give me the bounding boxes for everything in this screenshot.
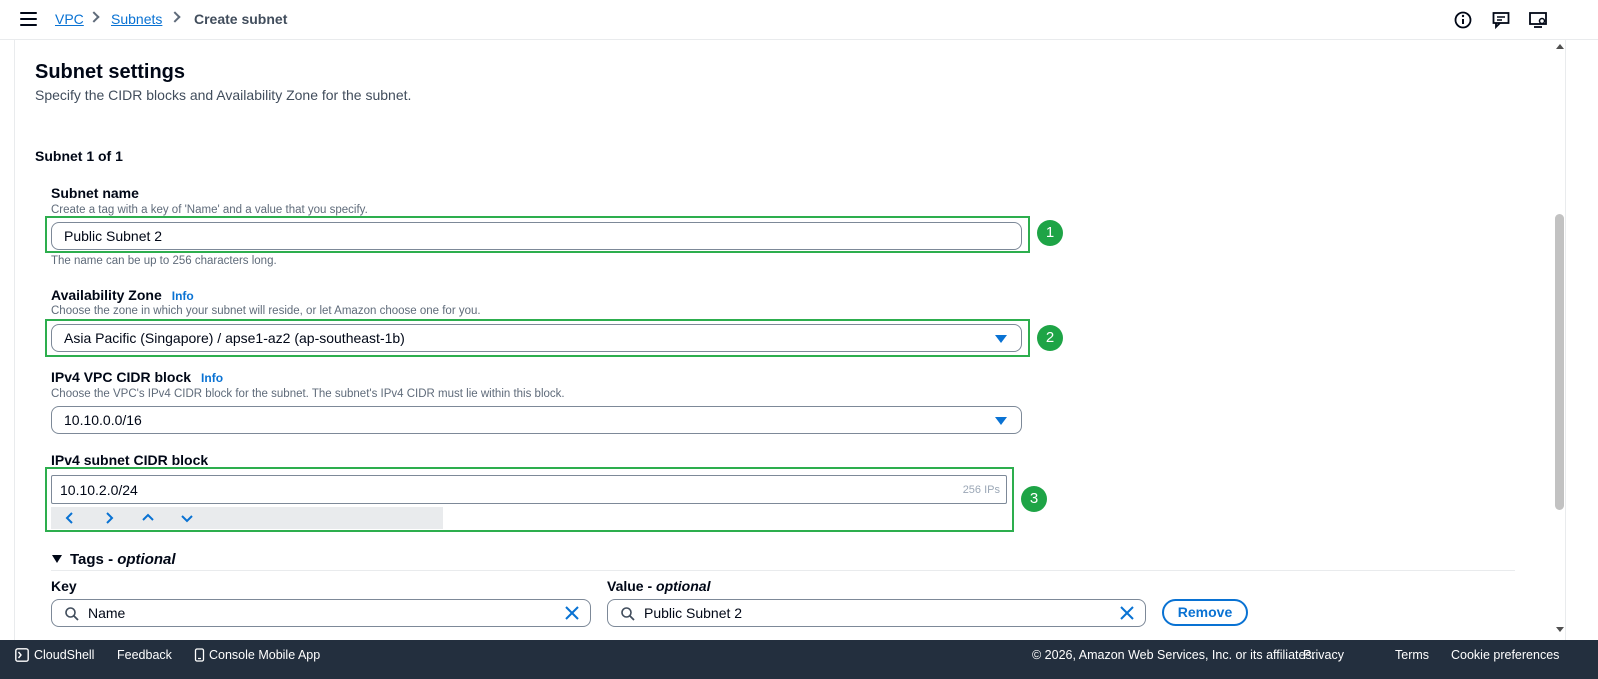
footer-terms[interactable]: Terms [1395, 648, 1429, 662]
tags-heading[interactable]: Tags - optional [70, 551, 176, 568]
footer-cookie-preferences[interactable]: Cookie preferences [1451, 648, 1559, 662]
menu-icon[interactable] [20, 12, 37, 26]
close-icon[interactable] [1119, 605, 1135, 621]
footer-mobile-app[interactable]: Console Mobile App [209, 648, 320, 662]
footer: CloudShell Feedback Console Mobile App ©… [0, 640, 1598, 679]
close-icon[interactable] [564, 605, 580, 621]
scroll-down-arrow[interactable] [1556, 627, 1564, 632]
availability-zone-value: Asia Pacific (Singapore) / apse1-az2 (ap… [64, 330, 405, 346]
step-badge-1: 1 [1037, 220, 1063, 246]
subnet-name-constraint: The name can be up to 256 characters lon… [51, 255, 277, 267]
footer-copyright: © 2026, Amazon Web Services, Inc. or its… [1032, 648, 1316, 662]
tag-value-label: Value - optional [607, 578, 710, 594]
section-title: Subnet settings [35, 61, 186, 83]
availability-zone-hint: Choose the zone in which your subnet wil… [51, 305, 481, 317]
footer-feedback[interactable]: Feedback [117, 648, 172, 662]
tag-value-label-optional: optional [656, 578, 711, 594]
subnet-cidr-value: 10.10.2.0/24 [60, 482, 138, 498]
arrow-left-icon[interactable] [62, 511, 78, 525]
subnet-cidr-input[interactable]: 10.10.2.0/24 256 IPs [51, 475, 1007, 504]
footer-cloudshell[interactable]: CloudShell [34, 648, 94, 662]
footer-privacy[interactable]: Privacy [1303, 648, 1344, 662]
breadcrumb-current: Create subnet [194, 11, 288, 27]
tag-key-input[interactable]: Name [51, 599, 591, 627]
caret-down-icon [995, 335, 1007, 343]
subnet-name-hint: Create a tag with a key of 'Name' and a … [51, 204, 368, 216]
breadcrumb-subnets[interactable]: Subnets [111, 11, 162, 27]
arrow-down-icon[interactable] [179, 511, 195, 525]
availability-zone-info-link[interactable]: Info [172, 289, 194, 303]
remove-tag-button[interactable]: Remove [1162, 599, 1248, 626]
availability-zone-label: Availability Zone Info [51, 287, 194, 303]
cidr-stepper [51, 507, 443, 529]
tag-key-value: Name [88, 605, 126, 621]
divider [51, 570, 1515, 571]
mobile-app-icon[interactable] [193, 648, 207, 662]
subnet-name-value: Public Subnet 2 [64, 228, 163, 244]
section-description: Specify the CIDR blocks and Availability… [35, 87, 412, 103]
caret-down-icon [995, 417, 1007, 425]
vpc-cidr-hint: Choose the VPC's IPv4 CIDR block for the… [51, 388, 565, 400]
scrollbar-thumb[interactable] [1555, 214, 1564, 510]
tag-value-label-text: Value - [607, 578, 653, 594]
vpc-cidr-label-text: IPv4 VPC CIDR block [51, 369, 192, 385]
vpc-cidr-select[interactable]: 10.10.0.0/16 [51, 406, 1022, 434]
subnet-name-label: Subnet name [51, 185, 139, 201]
tag-key-label: Key [51, 578, 77, 594]
caret-down-icon[interactable] [52, 555, 62, 563]
chevron-right-icon [88, 11, 100, 23]
search-icon [621, 607, 635, 621]
subnet-count: Subnet 1 of 1 [35, 148, 123, 164]
vpc-cidr-value: 10.10.0.0/16 [64, 412, 142, 428]
availability-zone-label-text: Availability Zone [51, 287, 162, 303]
chevron-right-icon [169, 11, 181, 23]
display-settings-icon[interactable] [1528, 10, 1548, 30]
terminal-icon[interactable] [15, 648, 29, 662]
tag-value-value: Public Subnet 2 [644, 605, 743, 621]
tags-heading-optional: optional [117, 551, 176, 568]
ip-count: 256 IPs [962, 484, 1000, 496]
info-circle-icon[interactable] [1453, 10, 1473, 30]
tag-value-input[interactable]: Public Subnet 2 [607, 599, 1146, 627]
step-badge-3: 3 [1021, 486, 1047, 512]
step-badge-2: 2 [1037, 325, 1063, 351]
feedback-icon[interactable] [1491, 10, 1511, 30]
scroll-up-arrow[interactable] [1556, 44, 1564, 49]
arrow-up-icon[interactable] [140, 511, 156, 525]
arrow-right-icon[interactable] [101, 511, 117, 525]
vpc-cidr-info-link[interactable]: Info [201, 371, 223, 385]
tags-heading-text: Tags - [70, 551, 114, 568]
breadcrumb-vpc[interactable]: VPC [55, 11, 84, 27]
subnet-name-input[interactable]: Public Subnet 2 [51, 222, 1022, 250]
subnet-cidr-label: IPv4 subnet CIDR block [51, 452, 209, 468]
vpc-cidr-label: IPv4 VPC CIDR block Info [51, 369, 223, 385]
search-icon [65, 607, 79, 621]
top-navigation-bar: VPC Subnets Create subnet [0, 0, 1598, 40]
availability-zone-select[interactable]: Asia Pacific (Singapore) / apse1-az2 (ap… [51, 324, 1022, 352]
